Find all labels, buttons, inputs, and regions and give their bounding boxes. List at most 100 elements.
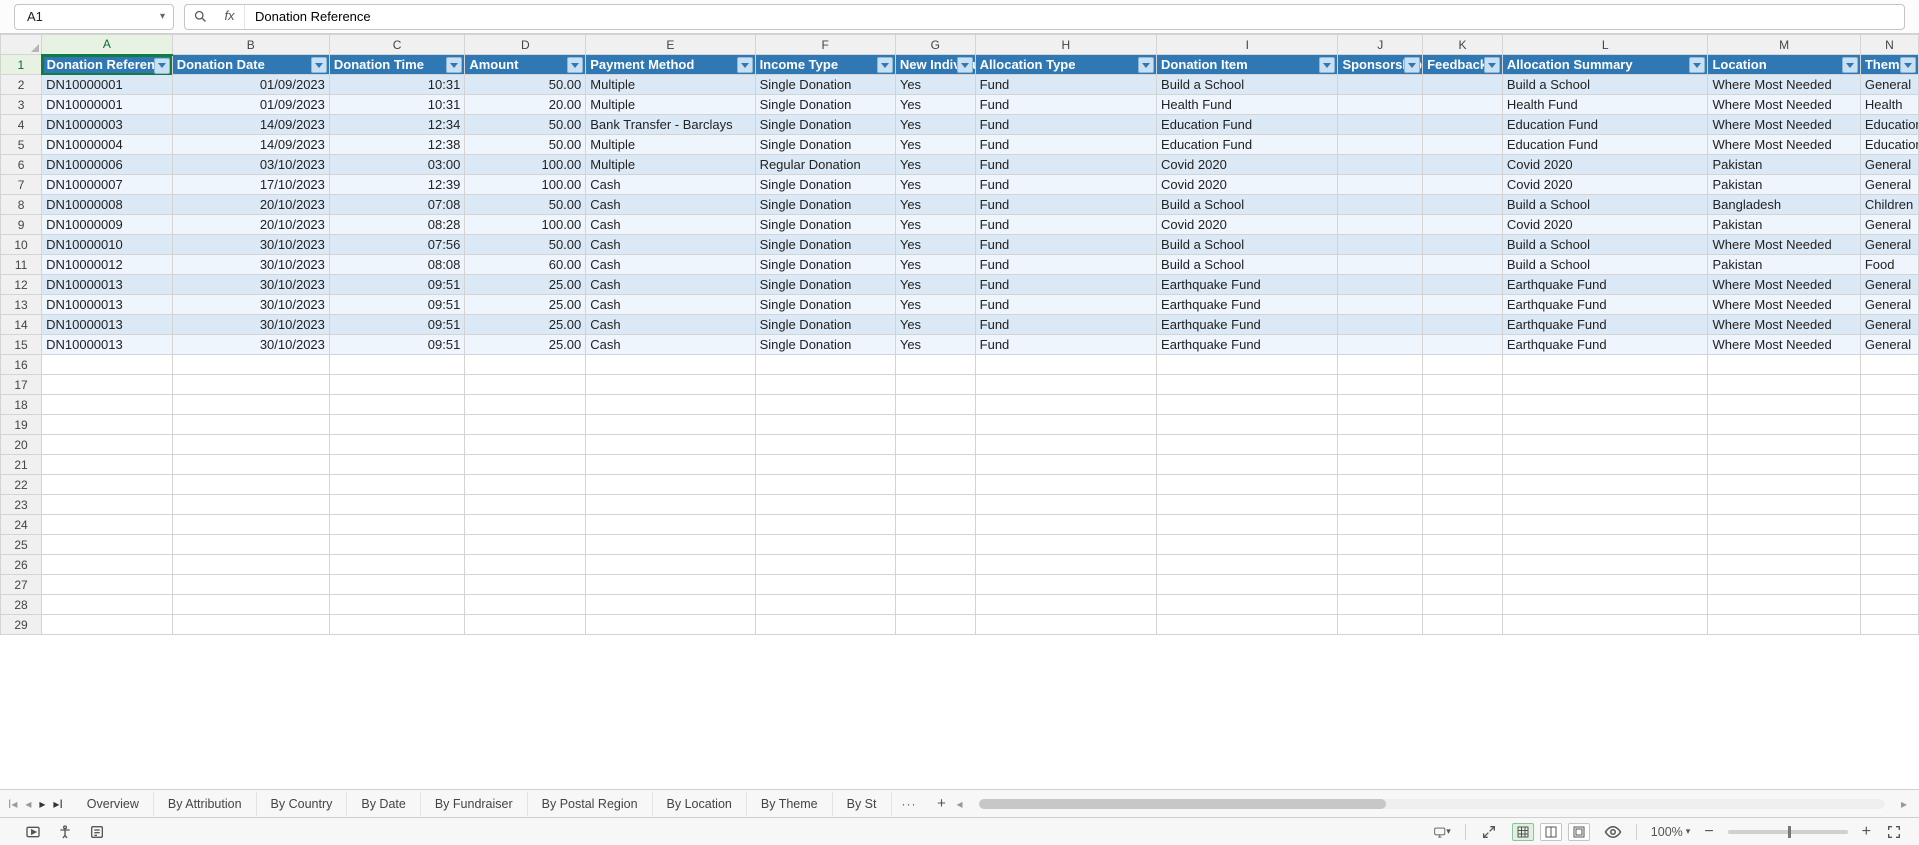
table-cell[interactable]: 30/10/2023 — [172, 315, 329, 335]
table-cell[interactable]: 12:39 — [329, 175, 464, 195]
row-header[interactable]: 25 — [1, 535, 42, 555]
column-header-D[interactable]: D — [465, 35, 586, 55]
add-sheet-button[interactable]: + — [931, 793, 953, 815]
table-cell[interactable]: Covid 2020 — [1157, 215, 1338, 235]
focus-cell-icon[interactable] — [1480, 823, 1498, 841]
empty-cell[interactable] — [1502, 455, 1708, 475]
empty-cell[interactable] — [42, 495, 173, 515]
table-cell[interactable]: Yes — [895, 135, 975, 155]
table-cell[interactable] — [1423, 155, 1503, 175]
table-cell[interactable] — [1338, 315, 1423, 335]
empty-cell[interactable] — [1860, 355, 1918, 375]
filter-dropdown-icon[interactable] — [877, 57, 893, 73]
nav-prev-icon[interactable]: ◂ — [25, 797, 31, 811]
empty-cell[interactable] — [329, 395, 464, 415]
row-header[interactable]: 20 — [1, 435, 42, 455]
empty-cell[interactable] — [1708, 595, 1860, 615]
table-cell[interactable]: 25.00 — [465, 335, 586, 355]
table-cell[interactable]: Covid 2020 — [1502, 215, 1708, 235]
table-cell[interactable]: 17/10/2023 — [172, 175, 329, 195]
empty-cell[interactable] — [1157, 355, 1338, 375]
sheet-tab[interactable]: By Attribution — [154, 792, 257, 816]
table-cell[interactable]: Education — [1860, 135, 1918, 155]
empty-cell[interactable] — [465, 375, 586, 395]
table-cell[interactable] — [1338, 295, 1423, 315]
empty-cell[interactable] — [42, 575, 173, 595]
empty-cell[interactable] — [42, 415, 173, 435]
empty-cell[interactable] — [1157, 615, 1338, 635]
table-cell[interactable]: Single Donation — [755, 295, 895, 315]
empty-cell[interactable] — [329, 575, 464, 595]
table-header-cell[interactable]: Sponsorship — [1338, 55, 1423, 75]
empty-cell[interactable] — [1338, 495, 1423, 515]
table-cell[interactable]: Single Donation — [755, 175, 895, 195]
table-cell[interactable]: Fund — [975, 195, 1156, 215]
empty-cell[interactable] — [1502, 495, 1708, 515]
table-cell[interactable]: Education Fund — [1157, 115, 1338, 135]
table-cell[interactable]: 01/09/2023 — [172, 95, 329, 115]
table-cell[interactable] — [1423, 175, 1503, 195]
empty-cell[interactable] — [1502, 375, 1708, 395]
row-header[interactable]: 11 — [1, 255, 42, 275]
table-cell[interactable]: Build a School — [1502, 235, 1708, 255]
row-header[interactable]: 29 — [1, 615, 42, 635]
row-header[interactable]: 14 — [1, 315, 42, 335]
empty-cell[interactable] — [172, 455, 329, 475]
row-header[interactable]: 18 — [1, 395, 42, 415]
empty-cell[interactable] — [1708, 575, 1860, 595]
empty-cell[interactable] — [1502, 535, 1708, 555]
empty-cell[interactable] — [1423, 415, 1503, 435]
table-cell[interactable]: 25.00 — [465, 275, 586, 295]
table-cell[interactable]: Fund — [975, 175, 1156, 195]
table-cell[interactable]: 07:08 — [329, 195, 464, 215]
column-header-H[interactable]: H — [975, 35, 1156, 55]
empty-cell[interactable] — [1423, 535, 1503, 555]
empty-cell[interactable] — [1708, 395, 1860, 415]
table-cell[interactable]: Build a School — [1157, 235, 1338, 255]
table-cell[interactable]: General — [1860, 295, 1918, 315]
empty-cell[interactable] — [586, 535, 755, 555]
table-cell[interactable] — [1338, 335, 1423, 355]
empty-cell[interactable] — [1423, 375, 1503, 395]
empty-cell[interactable] — [755, 595, 895, 615]
table-cell[interactable]: 20.00 — [465, 95, 586, 115]
table-cell[interactable]: Bangladesh — [1708, 195, 1860, 215]
table-cell[interactable]: Single Donation — [755, 195, 895, 215]
empty-cell[interactable] — [586, 395, 755, 415]
table-cell[interactable]: General — [1860, 215, 1918, 235]
empty-cell[interactable] — [755, 375, 895, 395]
empty-cell[interactable] — [465, 455, 586, 475]
empty-cell[interactable] — [1860, 595, 1918, 615]
empty-cell[interactable] — [586, 495, 755, 515]
empty-cell[interactable] — [172, 435, 329, 455]
filter-dropdown-icon[interactable] — [567, 57, 583, 73]
table-cell[interactable]: 03:00 — [329, 155, 464, 175]
empty-cell[interactable] — [172, 575, 329, 595]
empty-cell[interactable] — [1502, 355, 1708, 375]
table-cell[interactable]: Fund — [975, 315, 1156, 335]
table-cell[interactable]: Where Most Needed — [1708, 115, 1860, 135]
table-cell[interactable]: Build a School — [1502, 75, 1708, 95]
table-cell[interactable]: Yes — [895, 255, 975, 275]
table-cell[interactable]: 100.00 — [465, 175, 586, 195]
table-cell[interactable]: Earthquake Fund — [1157, 315, 1338, 335]
filter-dropdown-icon[interactable] — [446, 57, 462, 73]
row-header[interactable]: 12 — [1, 275, 42, 295]
empty-cell[interactable] — [895, 475, 975, 495]
empty-cell[interactable] — [1502, 415, 1708, 435]
empty-cell[interactable] — [1860, 455, 1918, 475]
table-header-cell[interactable]: Feedback — [1423, 55, 1503, 75]
empty-cell[interactable] — [42, 475, 173, 495]
empty-cell[interactable] — [1502, 615, 1708, 635]
table-cell[interactable]: 100.00 — [465, 215, 586, 235]
table-cell[interactable]: Education Fund — [1502, 115, 1708, 135]
table-cell[interactable]: Cash — [586, 255, 755, 275]
empty-cell[interactable] — [1860, 415, 1918, 435]
table-cell[interactable]: 25.00 — [465, 295, 586, 315]
table-cell[interactable] — [1423, 215, 1503, 235]
table-cell[interactable]: Education — [1860, 115, 1918, 135]
table-cell[interactable]: 20/10/2023 — [172, 195, 329, 215]
sheet-tab[interactable]: Overview — [73, 792, 154, 816]
display-settings-icon[interactable]: ▾ — [1433, 823, 1451, 841]
sheet-tab[interactable]: By Theme — [747, 792, 833, 816]
